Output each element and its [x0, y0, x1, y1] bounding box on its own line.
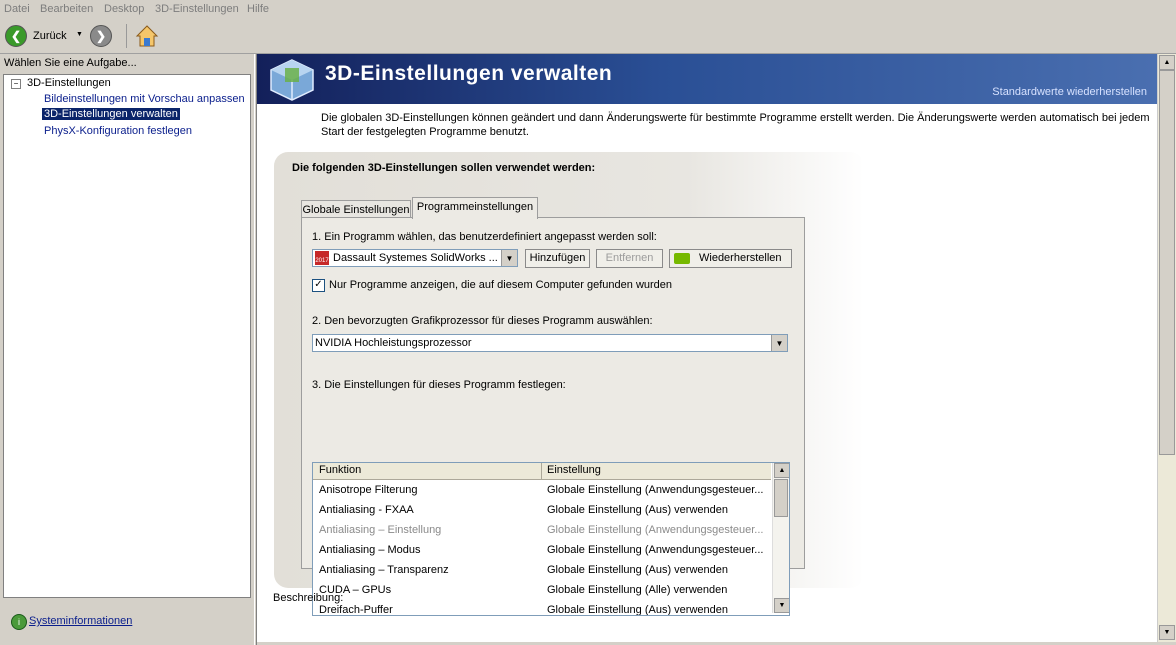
header-divider[interactable]: [541, 463, 542, 479]
row-function: Anisotrope Filterung: [319, 484, 418, 496]
row-function: Antialiasing – Modus: [319, 544, 421, 556]
solidworks-icon: 2017: [315, 251, 329, 265]
table-row[interactable]: Anisotrope Filterung Globale Einstellung …: [313, 481, 771, 501]
row-function: Antialiasing – Transparenz: [319, 564, 449, 576]
tree-item-physx[interactable]: PhysX-Konfiguration festlegen: [44, 125, 192, 137]
tree-root-3d-settings[interactable]: 3D-Einstellungen: [27, 77, 111, 89]
table-row[interactable]: Antialiasing - FXAA Globale Einstellung (…: [313, 501, 771, 521]
toolbar-divider: [126, 24, 127, 48]
gpu-select[interactable]: NVIDIA Hochleistungsprozessor ▼: [312, 334, 788, 352]
row-setting[interactable]: Globale Einstellung (Anwendungsgesteuer.…: [547, 544, 769, 556]
back-dropdown-icon[interactable]: ▼: [76, 31, 83, 38]
chevron-down-icon[interactable]: ▼: [771, 335, 787, 351]
grid-header: Funktion Einstellung: [313, 463, 771, 480]
restore-button-label: Wiederherstellen: [699, 252, 782, 264]
toolbar: ❮ Zurück ▼ ❯: [0, 20, 1176, 54]
back-label: Zurück: [33, 30, 67, 42]
table-row[interactable]: Antialiasing – Transparenz Globale Einste…: [313, 561, 771, 581]
home-button[interactable]: [135, 24, 159, 48]
menu-hilfe[interactable]: Hilfe: [247, 3, 269, 15]
checkbox-label: Nur Programme anzeigen, die auf diesem C…: [329, 279, 673, 291]
header-banner: 3D-Einstellungen verwalten Standardwerte…: [257, 54, 1157, 104]
row-setting[interactable]: Globale Einstellung (Anwendungsgesteuer.…: [547, 484, 769, 496]
step1-label: 1. Ein Programm wählen, das benutzerdefi…: [312, 231, 657, 243]
table-row[interactable]: Antialiasing – Einstellung Globale Einste…: [313, 521, 771, 541]
menu-datei[interactable]: Datei: [4, 3, 30, 15]
menu-desktop[interactable]: Desktop: [104, 3, 144, 15]
menu-bar: Datei Bearbeiten Desktop 3D-Einstellunge…: [0, 0, 1176, 20]
task-tree: − 3D-Einstellungen Bildeinstellungen mit…: [3, 74, 251, 598]
3d-settings-icon: [270, 59, 314, 101]
main-scroll-thumb[interactable]: [1159, 70, 1175, 455]
scroll-up-icon[interactable]: ▲: [1159, 55, 1175, 70]
step3-label: 3. Die Einstellungen für dieses Programm…: [312, 379, 566, 391]
forward-arrow-icon: ❯: [95, 29, 107, 43]
program-select-value: Dassault Systemes SolidWorks ...: [333, 252, 498, 264]
description-label: Beschreibung:: [273, 592, 344, 604]
settings-grid: Funktion Einstellung Anisotrope Filterun…: [312, 462, 790, 616]
header-setting[interactable]: Einstellung: [547, 464, 601, 476]
show-found-programs-checkbox[interactable]: ✓: [312, 279, 325, 292]
add-button[interactable]: Hinzufügen: [525, 249, 590, 268]
row-function: Antialiasing – Einstellung: [319, 524, 442, 536]
menu-bearbeiten[interactable]: Bearbeiten: [40, 3, 93, 15]
tree-collapse-icon[interactable]: −: [11, 79, 21, 89]
remove-button[interactable]: Entfernen: [596, 249, 663, 268]
table-row[interactable]: Antialiasing – Modus Globale Einstellung …: [313, 541, 771, 561]
scroll-down-icon[interactable]: ▼: [774, 598, 789, 613]
scroll-up-icon[interactable]: ▲: [774, 463, 789, 478]
tree-item-manage-3d[interactable]: 3D-Einstellungen verwalten: [42, 108, 180, 120]
back-button[interactable]: ❮ Zurück ▼: [5, 25, 85, 47]
system-info-icon: i: [11, 614, 27, 630]
page-title: 3D-Einstellungen verwalten: [325, 62, 613, 85]
settings-panel: Die folgenden 3D-Einstellungen sollen ve…: [274, 152, 864, 616]
row-setting[interactable]: Globale Einstellung (Aus) verwenden: [547, 504, 769, 516]
program-select[interactable]: 2017 Dassault Systemes SolidWorks ... ▼: [312, 249, 518, 267]
row-setting[interactable]: Globale Einstellung (Aus) verwenden: [547, 564, 769, 576]
grid-scrollbar[interactable]: ▲ ▼: [772, 463, 789, 613]
menu-3d-einstellungen[interactable]: 3D-Einstellungen: [155, 3, 239, 15]
main-scrollbar[interactable]: ▲ ▼: [1157, 54, 1176, 642]
row-function: Antialiasing - FXAA: [319, 504, 414, 516]
intro-text: Die globalen 3D-Einstellungen können geä…: [321, 112, 1150, 138]
row-setting[interactable]: Globale Einstellung (Alle) verwenden: [547, 584, 769, 596]
forward-button[interactable]: ❯: [90, 25, 112, 47]
tab-program-settings[interactable]: Programmeinstellungen: [412, 197, 538, 219]
back-arrow-icon: ❮: [5, 25, 27, 47]
row-setting[interactable]: Globale Einstellung (Anwendungsgesteuer.…: [547, 524, 769, 536]
task-label: Wählen Sie eine Aufgabe...: [4, 57, 137, 69]
tree-item-image-settings[interactable]: Bildeinstellungen mit Vorschau anpassen: [44, 93, 245, 105]
row-setting[interactable]: Globale Einstellung (Aus) verwenden: [547, 604, 769, 615]
content-pane: 3D-Einstellungen verwalten Standardwerte…: [257, 54, 1157, 642]
chevron-down-icon[interactable]: ▼: [501, 250, 517, 266]
step2-label: 2. Den bevorzugten Grafikprozessor für d…: [312, 315, 653, 327]
header-function[interactable]: Funktion: [319, 464, 361, 476]
table-row[interactable]: CUDA – GPUs Globale Einstellung (Alle) ve…: [313, 581, 771, 601]
tab-content: 1. Ein Programm wählen, das benutzerdefi…: [301, 217, 805, 616]
restore-defaults-link[interactable]: Standardwerte wiederherstellen: [992, 86, 1147, 98]
gpu-select-value: NVIDIA Hochleistungsprozessor: [315, 337, 472, 349]
task-pane: Wählen Sie eine Aufgabe... − 3D-Einstell…: [0, 54, 254, 645]
grid-scroll-thumb[interactable]: [774, 479, 788, 517]
row-function: CUDA – GPUs: [319, 584, 392, 596]
restore-button[interactable]: Wiederherstellen: [669, 249, 792, 268]
scroll-down-icon[interactable]: ▼: [1159, 625, 1175, 640]
table-row[interactable]: Dreifach-Puffer Globale Einstellung (Aus)…: [313, 601, 771, 616]
panel-title: Die folgenden 3D-Einstellungen sollen ve…: [292, 162, 596, 174]
nvidia-icon: [674, 253, 690, 264]
system-info-link[interactable]: Systeminformationen: [29, 615, 132, 627]
home-icon: [135, 25, 159, 47]
row-function: Dreifach-Puffer: [319, 604, 393, 616]
